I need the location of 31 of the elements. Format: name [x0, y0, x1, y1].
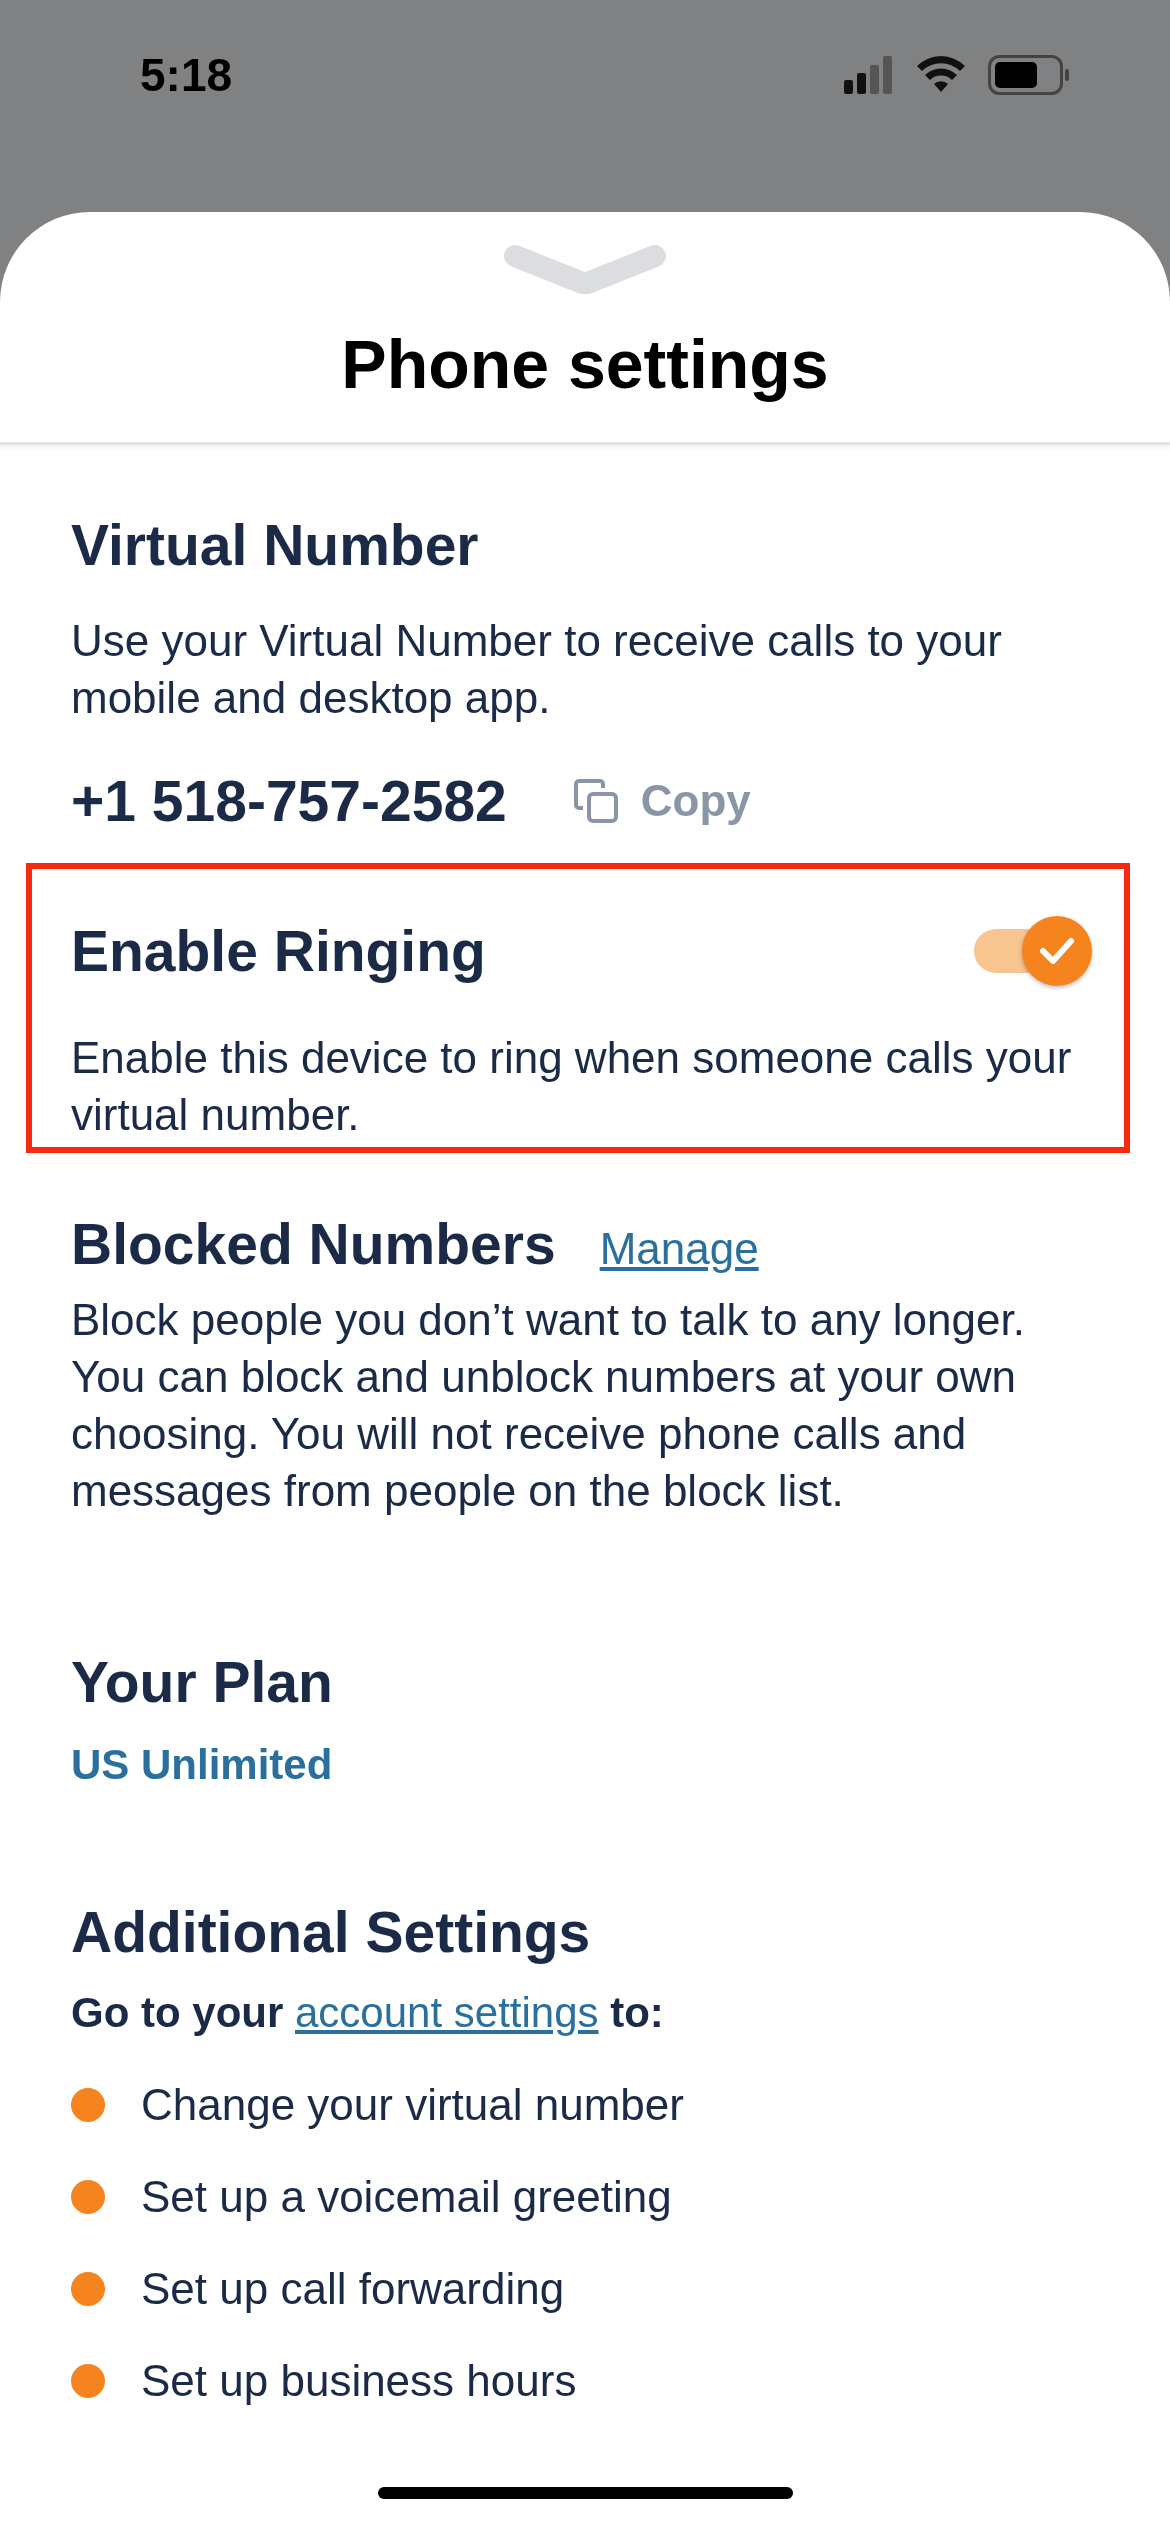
- status-time: 5:18: [140, 47, 233, 103]
- section-description: Block people you don’t want to talk to any longer. You can block and unblock numbers at your own choosing. You will not receive phone calls and messages from people on the block list.: [71, 1294, 1026, 1517]
- chevron-down-icon[interactable]: [503, 242, 667, 294]
- section-heading: Blocked Numbers: [71, 1213, 556, 1275]
- section-description: Use your Virtual Number to receive calls to your mobile and desktop app.: [71, 615, 1003, 724]
- list-item: Change your virtual number: [141, 2079, 684, 2131]
- section-heading: Virtual Number: [71, 514, 480, 576]
- signal-icon: [844, 56, 894, 94]
- bullet-icon: [71, 2179, 105, 2214]
- manage-link[interactable]: Manage: [599, 1216, 759, 1282]
- check-icon: [1039, 936, 1075, 966]
- list-item: Set up call forwarding: [141, 2263, 565, 2315]
- account-settings-link[interactable]: account settings: [295, 1989, 599, 2036]
- section-heading: Your Plan: [71, 1651, 334, 1713]
- section-description: Enable this device to ring when someone calls your virtual number.: [71, 1032, 1073, 1141]
- list-item: Set up business hours: [141, 2355, 577, 2407]
- toggle-switch[interactable]: [974, 916, 1092, 986]
- sheet-title: Phone settings: [341, 328, 829, 400]
- wifi-icon: [916, 56, 966, 94]
- bullet-icon: [71, 2271, 105, 2306]
- section-intro: Go to your account settings to:: [71, 1988, 665, 2038]
- section-heading: Additional Settings: [71, 1901, 592, 1963]
- plan-name: US Unlimited: [71, 1740, 334, 1790]
- list-item: Set up a voicemail greeting: [141, 2171, 672, 2223]
- bullet-icon: [71, 2363, 105, 2398]
- section-heading: Enable Ringing: [71, 920, 486, 982]
- bullet-icon: [71, 2087, 105, 2122]
- phone-number: +1 518-757-2582: [71, 769, 507, 833]
- battery-icon: [988, 55, 1070, 95]
- copy-button[interactable]: Copy: [572, 768, 751, 834]
- copy-icon: [572, 778, 619, 824]
